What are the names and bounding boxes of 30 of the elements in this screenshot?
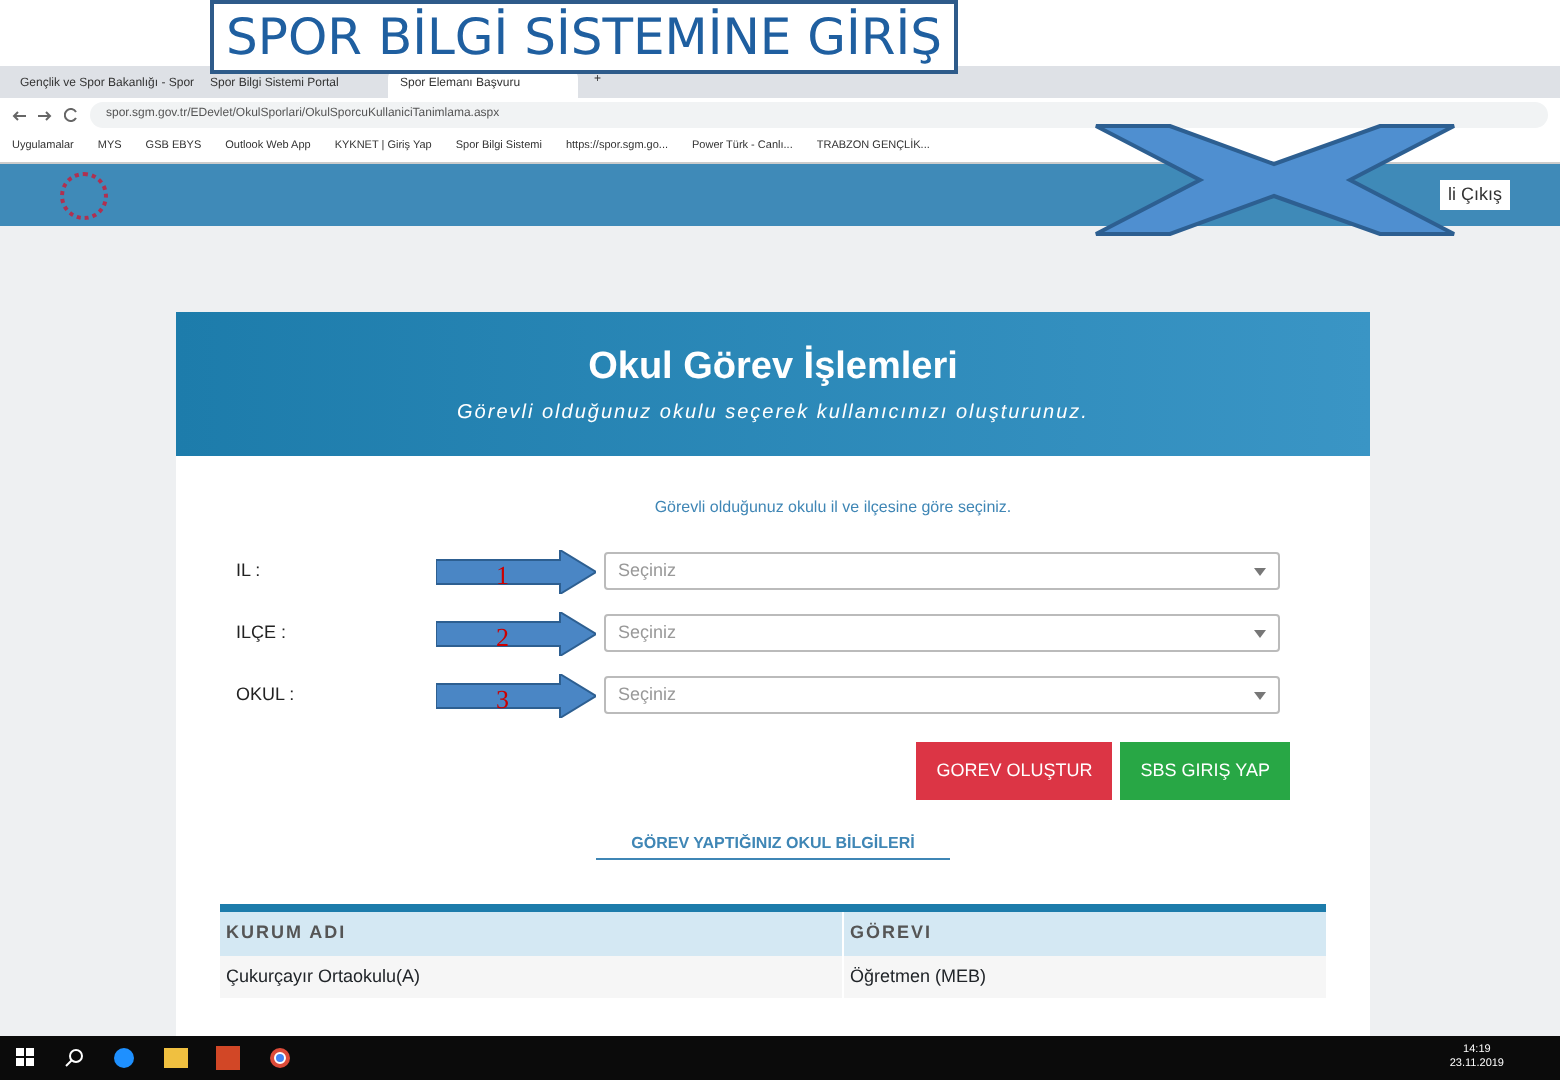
search-icon[interactable] [64, 1048, 84, 1068]
table-cell-text: Öğretmen (MEB) [848, 963, 989, 990]
slide-title: SPOR BİLGİ SİSTEMİNE GİRİŞ [210, 0, 959, 74]
forward-icon[interactable] [38, 109, 52, 121]
caret-icon [1254, 630, 1266, 638]
browser-icon[interactable] [112, 1046, 136, 1070]
back-icon[interactable] [12, 109, 26, 121]
step-number: 2 [496, 619, 509, 655]
caret-icon [1254, 692, 1266, 700]
chrome-icon[interactable] [268, 1046, 292, 1070]
emblem-icon [60, 171, 108, 219]
step-number: 1 [496, 557, 509, 593]
section-title: GÖREV YAPTIĞINIZ OKUL BİLGİLERİ [595, 832, 951, 860]
arrow-icon [436, 611, 596, 655]
instruction-text: Görevli olduğunuz okulu il ve ilçesine göre seçiniz. [652, 496, 1014, 520]
arrow-icon [436, 549, 596, 593]
action-button[interactable]: GOREV OLUŞTUR [916, 742, 1113, 800]
field-label: OKUL : [236, 681, 297, 708]
card-subtitle: Görevli olduğunuz okulu seçerek kullanıcınızı oluşturunuz. [457, 399, 1089, 428]
column-header: GÖREVI [848, 920, 935, 946]
caret-icon [1254, 568, 1266, 576]
logout-button[interactable]: li Çıkış [1440, 179, 1510, 211]
card-title: Okul Görev İşlemleri [588, 343, 958, 393]
field-label: IL : [236, 557, 263, 584]
reload-icon[interactable] [64, 108, 78, 122]
table-cell: Çukurçayır Ortaokulu(A) [220, 955, 844, 998]
arrow-icon [436, 673, 596, 717]
windows-icon[interactable] [16, 1048, 36, 1068]
field-label: ILÇE : [236, 619, 289, 646]
step-number: 3 [496, 681, 509, 717]
